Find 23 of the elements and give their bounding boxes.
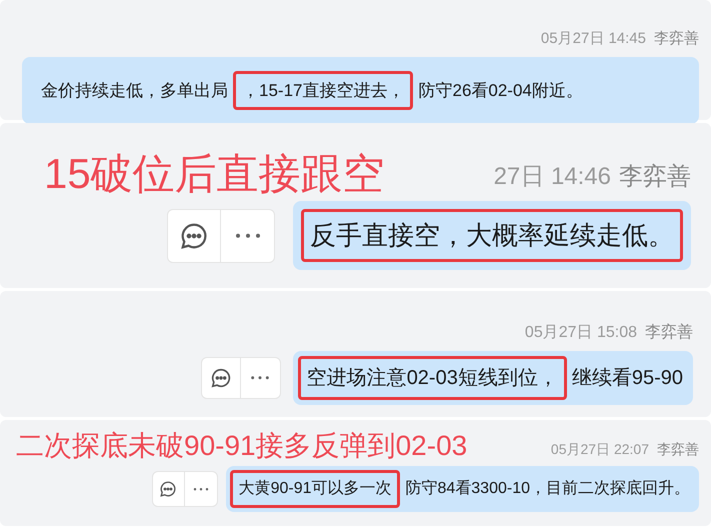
- sender-name: 李弈善: [654, 29, 699, 49]
- sender-name: 李弈善: [645, 322, 693, 343]
- more-icon: [192, 486, 210, 492]
- more-icon: [249, 375, 272, 381]
- message-text: 反手直接空，大概率延续走低。: [301, 209, 683, 262]
- chat-bubble-icon: [159, 480, 178, 498]
- sender-name: 李弈善: [619, 162, 691, 192]
- annotation: 15破位后直接跟空: [44, 153, 385, 195]
- timestamp: 05月27日 14:45: [540, 29, 646, 49]
- message-text: 空进场注意02-03短线到位，: [298, 356, 567, 400]
- message-text: 继续看95-90: [570, 366, 684, 391]
- sender-name: 李弈善: [657, 440, 699, 459]
- message-text: ，15-17直接空进去，: [233, 70, 414, 110]
- message-text: 防守84看3300-10，目前二次探底回升。: [404, 478, 691, 499]
- timestamp: 05月27日 15:08: [524, 323, 637, 343]
- message-text: 大黄90-91可以多一次: [230, 470, 400, 508]
- chat-bubble-icon: [210, 367, 232, 389]
- annotation: 二次探底未破90-91接多反弹到02-03: [16, 432, 468, 460]
- chat-bubble-icon: [179, 220, 209, 250]
- timestamp: 05月27日 22:07: [550, 440, 649, 459]
- message-text: 金价持续走低，多单出局: [40, 80, 229, 102]
- timestamp: 27日 14:46: [494, 162, 611, 192]
- message-text: 防守26看02-04附近。: [417, 80, 584, 102]
